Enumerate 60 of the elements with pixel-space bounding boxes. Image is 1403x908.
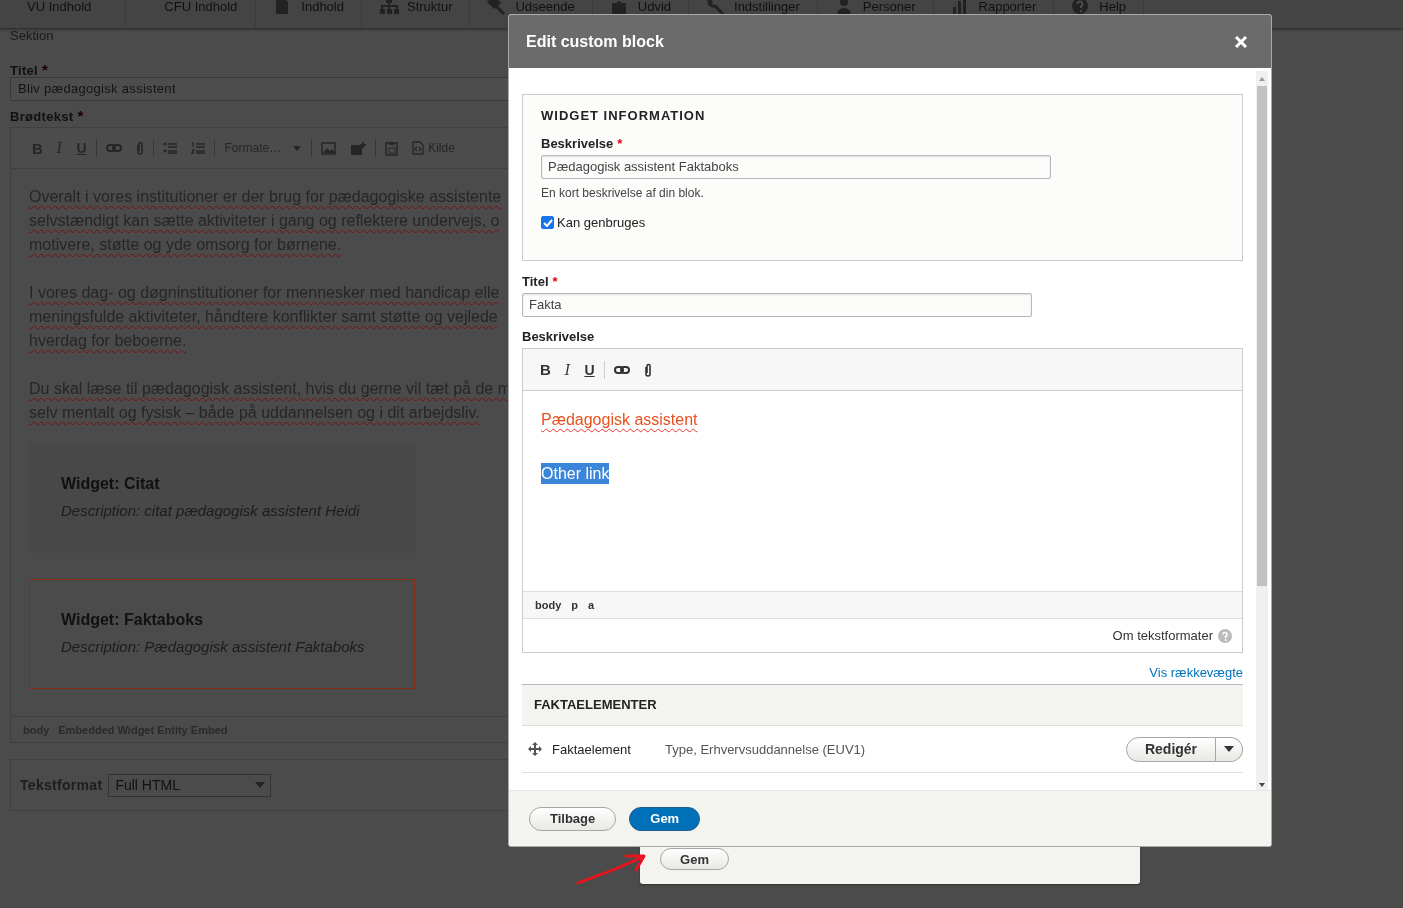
required-mark: * [552, 274, 558, 289]
widget-title: Widget: Citat [61, 475, 161, 493]
underline-button[interactable]: U [577, 361, 602, 378]
source-code-icon [412, 141, 425, 155]
edit-button[interactable]: Redigér [1126, 736, 1216, 762]
show-row-weights-link[interactable]: Vis rækkevægte [1149, 665, 1243, 683]
numbered-list-icon [190, 142, 205, 154]
editor-area[interactable]: Pædagogisk assistent Other link [523, 391, 1242, 591]
required-mark: * [617, 136, 623, 151]
field-label: Beskrivelse [522, 329, 596, 344]
required-mark: * [42, 61, 49, 78]
move-handle-icon [528, 742, 542, 756]
widget-title: Widget: Faktaboks [61, 611, 205, 629]
text-format-select[interactable]: Full HTML [108, 773, 272, 797]
bold-button[interactable]: B [533, 361, 558, 378]
paperclip-icon [135, 141, 144, 155]
checkbox[interactable] [541, 216, 554, 229]
italic-button[interactable]: I [557, 361, 578, 378]
paperclip-icon [643, 362, 652, 377]
annotation-arrow [576, 852, 648, 886]
image-icon [321, 141, 337, 155]
field-label: Beskrivelse [541, 136, 614, 151]
required-mark: * [77, 107, 84, 124]
bulleted-list-icon [162, 142, 177, 154]
clipboard-icon [385, 140, 399, 156]
save-button[interactable]: Gem [629, 806, 701, 831]
element-path-item[interactable]: body [535, 599, 562, 611]
help-icon [1218, 628, 1232, 643]
caret-icon [1224, 746, 1234, 752]
field-label: Titel [522, 274, 549, 289]
help-text: En kort beskrivelse af din blok. [541, 186, 705, 200]
table-header: FAKTAELEMENTER [522, 684, 1243, 726]
close-icon [1235, 35, 1247, 48]
hammer-icon [487, 0, 508, 15]
title-field[interactable]: Fakta [522, 293, 1032, 317]
check-icon [542, 218, 553, 227]
description-field[interactable]: Pædagogisk assistent Faktaboks [541, 155, 1051, 179]
field-label: Titel [10, 63, 38, 78]
close-button[interactable] [1233, 33, 1249, 50]
link-icon [105, 143, 122, 153]
add-block-icon [350, 140, 367, 156]
dropdown-button[interactable] [1216, 736, 1243, 762]
checkbox-label: Kan genbruges [557, 215, 646, 230]
caret-icon [255, 782, 266, 788]
text-formats-link[interactable]: Om tekstformater [1112, 628, 1213, 643]
back-button[interactable]: Tilbage [529, 806, 617, 831]
caret-icon [293, 145, 302, 151]
table-cell-text: Type, Erhvervsuddannelse (EUV1) [665, 741, 867, 757]
save-button[interactable]: Gem [660, 848, 729, 870]
wrench-icon [706, 0, 726, 15]
field-label: Brødtekst [10, 109, 74, 124]
link-text[interactable]: Pædagogisk assistent [541, 411, 698, 428]
selected-text: Other link [541, 463, 610, 484]
link-icon [613, 364, 630, 375]
hierarchy-icon [378, 0, 399, 15]
fieldset-legend: WIDGET INFORMATION [541, 108, 1224, 123]
table-cell-text: Faktaelement [552, 741, 632, 757]
element-path-item[interactable]: a [588, 599, 595, 611]
dialog-title: Edit custom block [526, 32, 664, 51]
element-path-item[interactable]: p [571, 599, 578, 611]
